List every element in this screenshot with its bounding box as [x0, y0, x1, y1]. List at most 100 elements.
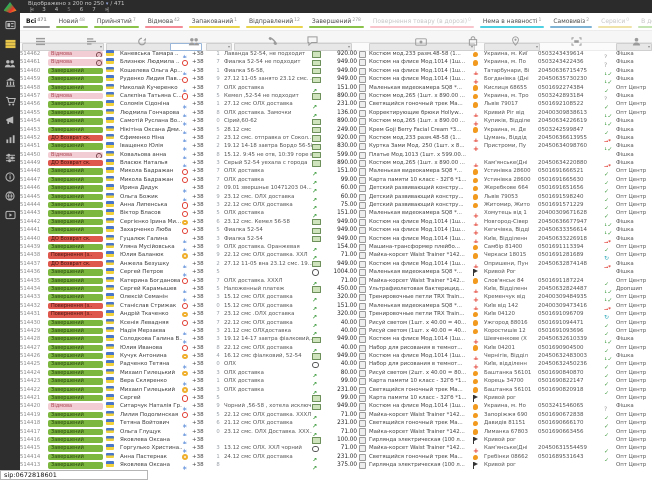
orders-icon[interactable]	[4, 38, 17, 50]
status-badge[interactable]: Завершений	[48, 328, 103, 334]
table-row[interactable]: 514424 Завершений Михаил Гилецький +38 3…	[20, 369, 652, 377]
table-row[interactable]: 514449 ДО Возврат ск. Власюк Наталья ∗ +…	[20, 159, 652, 167]
money-icon[interactable]	[415, 31, 427, 50]
tracking-number[interactable]: 0501690822147	[538, 377, 604, 385]
info-icon[interactable]: i	[96, 60, 102, 65]
table-row[interactable]: 514435 Завершений Катерина Богданова +38…	[20, 277, 652, 285]
status-icon[interactable]	[86, 31, 97, 50]
table-row[interactable]: 514447 Завершений Микола Бадражан +38 7 …	[20, 176, 652, 184]
info-icon[interactable]	[4, 171, 17, 183]
status-badge[interactable]: Завершений	[48, 361, 103, 367]
client-phone[interactable]: +38	[192, 377, 212, 385]
refresh-icon[interactable]	[137, 31, 147, 50]
client-phone[interactable]: +38	[192, 100, 212, 108]
status-badge[interactable]: Завершений	[48, 286, 103, 292]
status-badge[interactable]: Завершений	[48, 278, 103, 284]
manager-icon[interactable]	[632, 31, 641, 50]
client-phone[interactable]: +38	[192, 142, 212, 150]
tracking-number[interactable]: 20450632483003	[538, 352, 604, 360]
table-row[interactable]: 514452 ДО Возврат ск. Єфименко Ніна ∗ +3…	[20, 134, 652, 142]
tracking-number[interactable]: 0503242599847	[538, 126, 604, 134]
clients-icon[interactable]	[4, 57, 17, 69]
table-row[interactable]: 514432 Повернення (з.. Станіслав Стрижак…	[20, 302, 652, 310]
client-phone[interactable]: +38	[192, 243, 212, 251]
client-phone[interactable]: +38	[192, 268, 212, 276]
client-phone[interactable]: +38	[192, 394, 212, 402]
tracking-number[interactable]: 0501691113394	[538, 243, 604, 251]
info-icon[interactable]: i	[96, 153, 102, 158]
status-badge[interactable]: Завершений	[48, 227, 103, 233]
client-phone[interactable]: +38	[192, 75, 212, 83]
client-phone[interactable]: +38	[192, 369, 212, 377]
table-row[interactable]: 514461 Відмоваi Близнюк Людмила .. +38 7…	[20, 58, 652, 66]
table-row[interactable]: 514415 Завершений Горгулько Христина... …	[20, 444, 652, 452]
table-row[interactable]: 514439 Завершений Уляна Мусійовська ∗ +3…	[20, 243, 652, 251]
table-row[interactable]: 514459 Завершений Руденко Лидия Пав... +…	[20, 75, 652, 83]
client-phone[interactable]: +38	[192, 167, 212, 175]
table-row[interactable]: 514422 Завершений Михаил Гилецький +38 3…	[20, 386, 652, 394]
status-badge[interactable]: Завершений	[48, 320, 103, 326]
table-row[interactable]: 514440 ДО Возврат ск. Гуцалюк Галина ∗ +…	[20, 235, 652, 243]
table-row[interactable]: 514419 Завершений Лилия Подолинская +38 …	[20, 411, 652, 419]
tracking-number[interactable]: 20450633356614	[538, 226, 604, 234]
table-row[interactable]: 514456 Завершений Соломія Сідоніна ∗ +38…	[20, 100, 652, 108]
tracking-number[interactable]: 20400309838613	[538, 109, 604, 117]
table-row[interactable]: 514425 Завершений Радченко Тетяна ∗ +38 …	[20, 360, 652, 368]
tracking-number[interactable]	[538, 268, 604, 276]
location-icon[interactable]	[511, 31, 520, 50]
tracking-number[interactable]: 20400309484935	[538, 293, 604, 301]
tracking-number[interactable]: 20400309473416	[538, 302, 604, 310]
status-badge[interactable]: Завершений	[48, 462, 103, 468]
status-badge[interactable]: Завершений	[48, 437, 103, 443]
client-phone[interactable]: +38	[192, 226, 212, 234]
status-badge[interactable]: Завершений	[48, 202, 103, 208]
stats-icon[interactable]	[4, 133, 17, 145]
table-row[interactable]: 514434 Завершений Сергей Карамышев ∗ +38…	[20, 285, 652, 293]
tracking-number[interactable]: 0501692108522	[538, 100, 604, 108]
support-icon[interactable]	[4, 190, 17, 202]
table-row[interactable]: 514445 Завершений Ольга Божик ∗ +38 9 23…	[20, 193, 652, 201]
table-row[interactable]: 514427 Завершений Юлия Иванова +38 8 22.…	[20, 344, 652, 352]
status-badge[interactable]: Завершений	[48, 378, 103, 384]
client-phone[interactable]: +38	[192, 176, 212, 184]
tracking-number[interactable]	[538, 394, 604, 402]
client-phone[interactable]: +38	[192, 117, 212, 125]
dashboard-icon[interactable]	[4, 19, 17, 31]
tracking-number[interactable]: 0501691187224	[538, 277, 604, 285]
tracking-number[interactable]	[538, 436, 604, 444]
client-phone[interactable]: +38	[192, 159, 212, 167]
table-row[interactable]: 514442 Завершений Сергієнко Ірина Ми... …	[20, 218, 652, 226]
client-phone[interactable]: +38	[192, 344, 212, 352]
table-row[interactable]: 514430 Завершений Ксенія Левадняя +38 7 …	[20, 319, 652, 327]
status-badge[interactable]: Завершений	[48, 118, 103, 124]
table-row[interactable]: 514443 Завершений Віктор Власов +38 5 ОЛ…	[20, 209, 652, 217]
tracking-number[interactable]: 20400309671628	[538, 209, 604, 217]
status-badge[interactable]: Відмова	[48, 403, 103, 409]
client-phone[interactable]: +38	[192, 444, 212, 452]
tracking-number[interactable]: 20450632450236	[538, 360, 604, 368]
client-phone[interactable]: +38	[192, 419, 212, 427]
clients-icon[interactable]	[188, 31, 200, 50]
status-badge[interactable]: Завершений	[48, 168, 103, 174]
status-badge[interactable]: Завершений	[48, 445, 103, 451]
tracking-number[interactable]: 20450632824487	[538, 285, 604, 293]
tracking-number[interactable]: 0501690672838	[538, 411, 604, 419]
tracking-number[interactable]: 0501690840870	[538, 369, 604, 377]
tracking-number[interactable]: 0501690663456	[538, 428, 604, 436]
comment-icon[interactable]	[307, 31, 318, 50]
tab-повернення-товару-в-дорозі-[interactable]: Повернення товару (в дорозі)0	[367, 13, 477, 30]
status-badge[interactable]: Завершений	[48, 244, 103, 250]
tracking-number[interactable]: 0501691093696	[538, 327, 604, 335]
client-phone[interactable]: +38	[192, 235, 212, 243]
status-badge[interactable]: Завершений	[48, 269, 103, 275]
client-phone[interactable]: +38	[192, 461, 212, 469]
rows-icon[interactable]	[35, 31, 46, 50]
tracking-number[interactable]: 20450633226918	[538, 235, 604, 243]
table-row[interactable]: 514431 Повернення (з.. Андрій Ткаченко +…	[20, 310, 652, 318]
table-row[interactable]: 514414 Завершений Анна Пастернак +38 1 2…	[20, 453, 652, 461]
client-phone[interactable]: +38	[192, 277, 212, 285]
status-badge[interactable]: Завершений	[48, 336, 103, 342]
status-badge[interactable]: Відмова	[48, 93, 103, 99]
status-badge[interactable]: Завершений	[48, 85, 103, 91]
status-badge[interactable]: Завершений	[48, 454, 103, 460]
